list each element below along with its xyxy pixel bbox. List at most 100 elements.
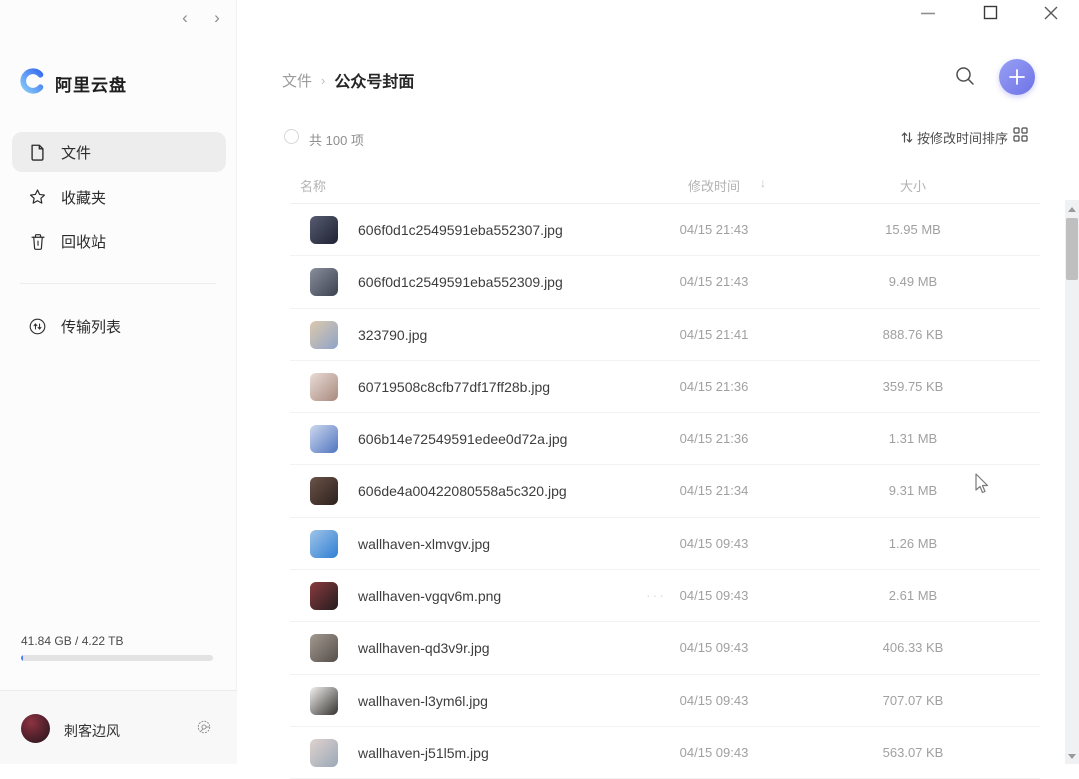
- breadcrumb: 文件 › 公众号封面: [282, 68, 414, 92]
- file-row[interactable]: 323790.jpg ··· 04/15 21:41 888.76 KB: [290, 309, 1040, 361]
- triangle-down-icon: [1068, 753, 1076, 759]
- user-name: 刺客边风: [64, 723, 120, 739]
- scrollbar[interactable]: [1065, 200, 1079, 764]
- file-size: 9.49 MB: [888, 274, 938, 290]
- file-name: 60719508c8cfb77df17ff28b.jpg: [358, 378, 551, 395]
- add-button[interactable]: [999, 59, 1035, 95]
- gear-icon: [196, 719, 212, 740]
- file-thumbnail: [310, 372, 338, 401]
- table-header: 名称 修改时间 ↓ 大小: [290, 165, 1040, 204]
- item-count-label: 共 100 项: [309, 133, 364, 148]
- file-thumbnail: [310, 477, 338, 506]
- file-row[interactable]: 606f0d1c2549591eba552309.jpg ··· 04/15 2…: [290, 256, 1040, 309]
- nav-forward-button[interactable]: ›: [205, 6, 229, 30]
- sort-direction-icon: ↓: [760, 176, 766, 190]
- close-icon: [1043, 5, 1059, 26]
- breadcrumb-root[interactable]: 文件: [282, 70, 312, 91]
- file-modified-time: 04/15 21:43: [679, 274, 749, 290]
- file-modified-time: 04/15 21:43: [679, 222, 749, 237]
- sidebar-item-label: 文件: [61, 144, 92, 162]
- close-button[interactable]: [1028, 0, 1074, 30]
- column-header-size[interactable]: 大小: [853, 176, 973, 195]
- sidebar-item-recycle-bin[interactable]: 回收站: [12, 221, 226, 261]
- file-thumbnail: [310, 529, 338, 558]
- minimize-button[interactable]: [905, 0, 951, 30]
- scrollbar-thumb[interactable]: [1066, 218, 1078, 280]
- storage-usage-text: 41.84 GB / 4.22 TB: [21, 634, 124, 648]
- grid-view-icon: [1012, 127, 1028, 147]
- sidebar-item-files[interactable]: 文件: [12, 132, 226, 172]
- aliyundrive-logo-icon: [20, 68, 46, 99]
- file-name: wallhaven-qd3v9r.jpg: [358, 640, 490, 657]
- file-name: wallhaven-j51l5m.jpg: [358, 744, 489, 761]
- file-modified-time: 04/15 09:43: [679, 744, 749, 760]
- file-row[interactable]: 606f0d1c2549591eba552307.jpg ··· 04/15 2…: [290, 204, 1040, 257]
- file-name: 323790.jpg: [358, 326, 428, 343]
- file-thumbnail: [310, 738, 338, 767]
- triangle-up-icon: [1068, 206, 1076, 212]
- file-thumbnail: [310, 320, 338, 349]
- sort-button[interactable]: 按修改时间排序: [901, 128, 1008, 147]
- breadcrumb-separator-icon: ›: [321, 72, 326, 88]
- nav-back-button[interactable]: ‹: [173, 6, 197, 30]
- file-size: 888.76 KB: [882, 326, 944, 342]
- plus-icon: [1007, 67, 1027, 87]
- star-icon: [29, 189, 46, 206]
- search-icon: [954, 65, 976, 92]
- storage-progress-bar: [21, 655, 213, 661]
- file-row[interactable]: wallhaven-l3ym6l.jpg ··· 04/15 09:43 707…: [290, 675, 1040, 727]
- column-header-name[interactable]: 名称: [300, 176, 326, 195]
- file-thumbnail: [310, 216, 338, 244]
- file-modified-time: 04/15 21:36: [679, 378, 749, 394]
- app-title: 阿里云盘: [55, 76, 127, 95]
- column-header-modified[interactable]: 修改时间: [654, 176, 774, 195]
- file-name: wallhaven-l3ym6l.jpg: [358, 692, 488, 709]
- file-row[interactable]: wallhaven-j51l5m.jpg ··· 04/15 09:43 563…: [290, 727, 1040, 779]
- file-modified-time: 04/15 21:41: [679, 326, 749, 342]
- chevron-left-icon: ‹: [182, 8, 188, 27]
- maximize-icon: [983, 5, 998, 25]
- file-name: 606de4a00422080558a5c320.jpg: [358, 483, 567, 500]
- file-thumbnail: [310, 686, 338, 715]
- sidebar-item-label: 传输列表: [61, 318, 122, 336]
- file-row[interactable]: 60719508c8cfb77df17ff28b.jpg ··· 04/15 2…: [290, 361, 1040, 414]
- maximize-button[interactable]: [967, 0, 1013, 30]
- file-row[interactable]: 606de4a00422080558a5c320.jpg ··· 04/15 2…: [290, 465, 1040, 518]
- file-thumbnail: [310, 268, 338, 297]
- file-name: 606b14e72549591edee0d72a.jpg: [358, 431, 568, 448]
- file-size: 1.26 MB: [888, 535, 938, 551]
- file-modified-time: 04/15 09:43: [679, 692, 749, 708]
- file-size: 2.61 MB: [888, 588, 938, 604]
- file-size: 9.31 MB: [888, 483, 938, 499]
- sidebar: ‹ › 阿里云盘 文件 收藏夹 回收站 传输列表 41.84 GB / 4.22…: [0, 0, 237, 764]
- file-icon: [29, 144, 46, 161]
- search-button[interactable]: [951, 64, 979, 92]
- file-name: 606f0d1c2549591eba552307.jpg: [358, 222, 563, 238]
- storage-progress-fill: [21, 655, 23, 661]
- sidebar-item-label: 收藏夹: [61, 189, 107, 207]
- scrollbar-down-arrow[interactable]: [1065, 749, 1079, 763]
- chevron-right-icon: ›: [214, 8, 220, 27]
- file-modified-time: 04/15 21:36: [679, 431, 749, 447]
- file-row[interactable]: wallhaven-xlmvgv.jpg ··· 04/15 09:43 1.2…: [290, 518, 1040, 571]
- file-list: 606f0d1c2549591eba552307.jpg ··· 04/15 2…: [290, 204, 1040, 779]
- sidebar-divider: [20, 283, 216, 284]
- file-size: 359.75 KB: [882, 378, 944, 394]
- scrollbar-up-arrow[interactable]: [1065, 202, 1079, 216]
- select-all-checkbox[interactable]: [284, 129, 299, 144]
- sidebar-item-favorites[interactable]: 收藏夹: [12, 177, 226, 217]
- app-logo: 阿里云盘: [20, 68, 127, 99]
- settings-button[interactable]: [194, 719, 214, 739]
- file-size: 406.33 KB: [882, 640, 944, 656]
- grid-view-button[interactable]: [1011, 127, 1029, 147]
- file-name: wallhaven-vgqv6m.png: [358, 588, 502, 605]
- file-name: 606f0d1c2549591eba552309.jpg: [358, 274, 563, 291]
- file-row[interactable]: wallhaven-qd3v9r.jpg ··· 04/15 09:43 406…: [290, 622, 1040, 675]
- sidebar-item-transfer-list[interactable]: 传输列表: [12, 306, 226, 346]
- user-avatar[interactable]: [21, 714, 50, 743]
- file-row[interactable]: wallhaven-vgqv6m.png ··· 04/15 09:43 2.6…: [290, 570, 1040, 623]
- file-size: 15.95 MB: [885, 222, 941, 237]
- file-modified-time: 04/15 21:34: [679, 483, 749, 499]
- file-thumbnail: [310, 634, 338, 663]
- file-row[interactable]: 606b14e72549591edee0d72a.jpg ··· 04/15 2…: [290, 413, 1040, 466]
